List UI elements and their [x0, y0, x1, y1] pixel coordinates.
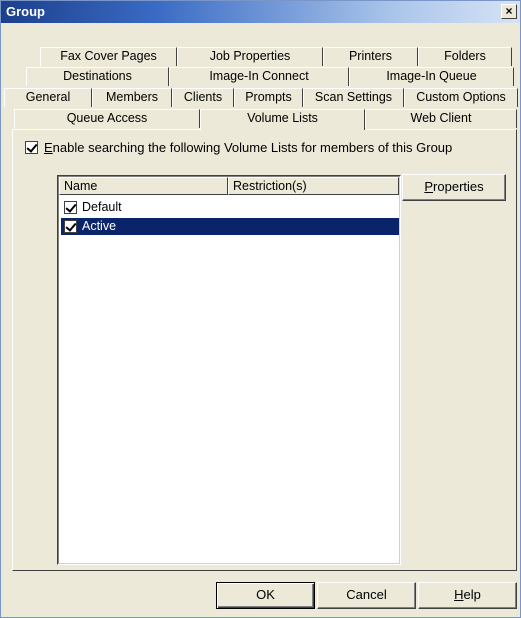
ok-button[interactable]: OK — [216, 582, 315, 609]
tab-queue-access[interactable]: Queue Access — [14, 109, 200, 128]
tab-scan-settings[interactable]: Scan Settings — [303, 88, 404, 107]
tab-prompts[interactable]: Prompts — [234, 88, 303, 107]
column-header-name[interactable]: Name — [59, 177, 228, 195]
tab-custom-options[interactable]: Custom Options — [404, 88, 518, 107]
title-bar[interactable]: Group × — [1, 1, 520, 23]
tab-members[interactable]: Members — [92, 88, 172, 107]
tab-web-client[interactable]: Web Client — [365, 109, 517, 128]
tab-printers[interactable]: Printers — [323, 47, 418, 66]
enable-volume-lists-checkbox[interactable] — [25, 141, 38, 154]
row-name: Active — [82, 219, 117, 233]
table-row[interactable]: Active — [61, 218, 399, 235]
volume-lists-table[interactable]: Name Restriction(s) Default Active — [57, 175, 401, 565]
row-name: Default — [82, 200, 122, 214]
close-icon[interactable]: × — [501, 4, 517, 19]
column-header-restrictions[interactable]: Restriction(s) — [228, 177, 399, 195]
enable-volume-lists-label: Enable searching the following Volume Li… — [44, 140, 453, 155]
tab-destinations[interactable]: Destinations — [26, 67, 169, 86]
cancel-button[interactable]: Cancel — [317, 582, 416, 609]
properties-button[interactable]: Properties — [402, 174, 506, 201]
tab-job-properties[interactable]: Job Properties — [177, 47, 323, 66]
row-checkbox-active[interactable] — [64, 220, 77, 233]
window-title: Group — [6, 4, 45, 19]
group-dialog: Group × Fax Cover Pages Job Properties P… — [0, 0, 521, 618]
tab-image-in-connect[interactable]: Image-In Connect — [169, 67, 349, 86]
help-button[interactable]: Help — [418, 582, 517, 609]
row-checkbox-default[interactable] — [64, 201, 77, 214]
table-row[interactable]: Default — [61, 199, 399, 216]
tab-clients[interactable]: Clients — [172, 88, 234, 107]
tab-folders[interactable]: Folders — [418, 47, 512, 66]
tab-image-in-queue[interactable]: Image-In Queue — [349, 67, 514, 86]
tab-volume-lists[interactable]: Volume Lists — [200, 109, 365, 130]
tab-general[interactable]: General — [4, 88, 92, 107]
tab-fax-cover-pages[interactable]: Fax Cover Pages — [40, 47, 177, 66]
table-header: Name Restriction(s) — [59, 177, 399, 195]
volume-lists-table-frame: Name Restriction(s) Default Active — [58, 176, 400, 564]
